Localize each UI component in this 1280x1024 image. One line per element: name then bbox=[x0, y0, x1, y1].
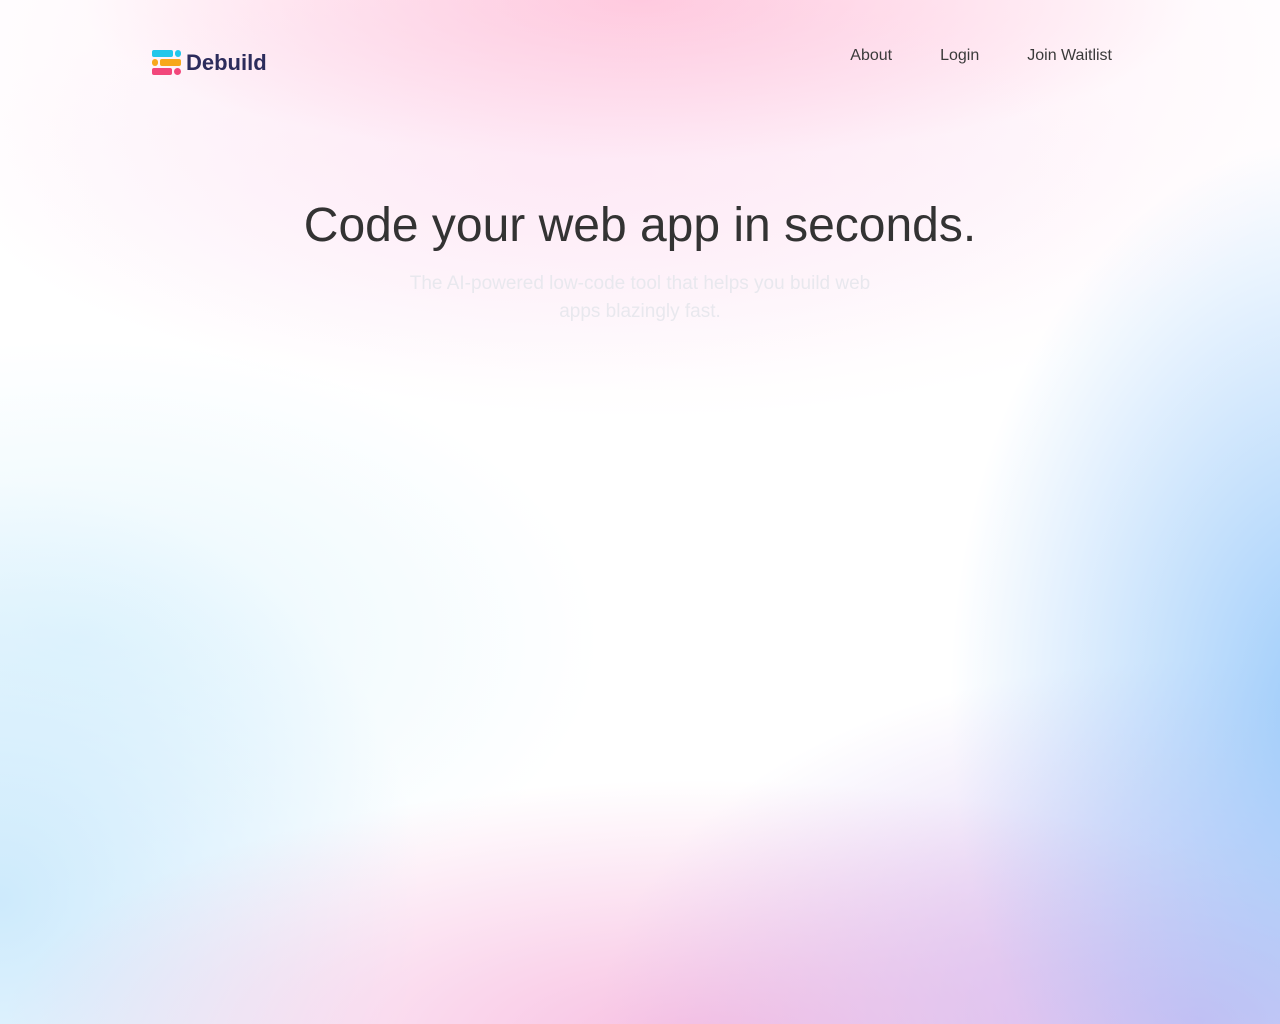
hero-subtitle: The AI-powered low-code tool that helps … bbox=[409, 273, 871, 322]
hero-title: Code your web app in seconds. bbox=[303, 199, 977, 252]
hero-section: Code your web app in seconds. The AI-pow… bbox=[0, 196, 1280, 326]
brand-name: Debuild bbox=[186, 50, 267, 75]
nav-join-waitlist-link[interactable]: Join Waitlist bbox=[1027, 47, 1112, 65]
gradient-background bbox=[0, 0, 1280, 1024]
nav-about-link[interactable]: About bbox=[850, 47, 892, 65]
site-header: Debuild About Login Join Waitlist bbox=[152, 44, 1112, 78]
debuild-logo-icon bbox=[152, 50, 181, 76]
nav-login-link[interactable]: Login bbox=[940, 47, 979, 65]
top-nav: About Login Join Waitlist bbox=[802, 47, 1112, 65]
brand-logo-link[interactable]: Debuild bbox=[152, 50, 267, 76]
